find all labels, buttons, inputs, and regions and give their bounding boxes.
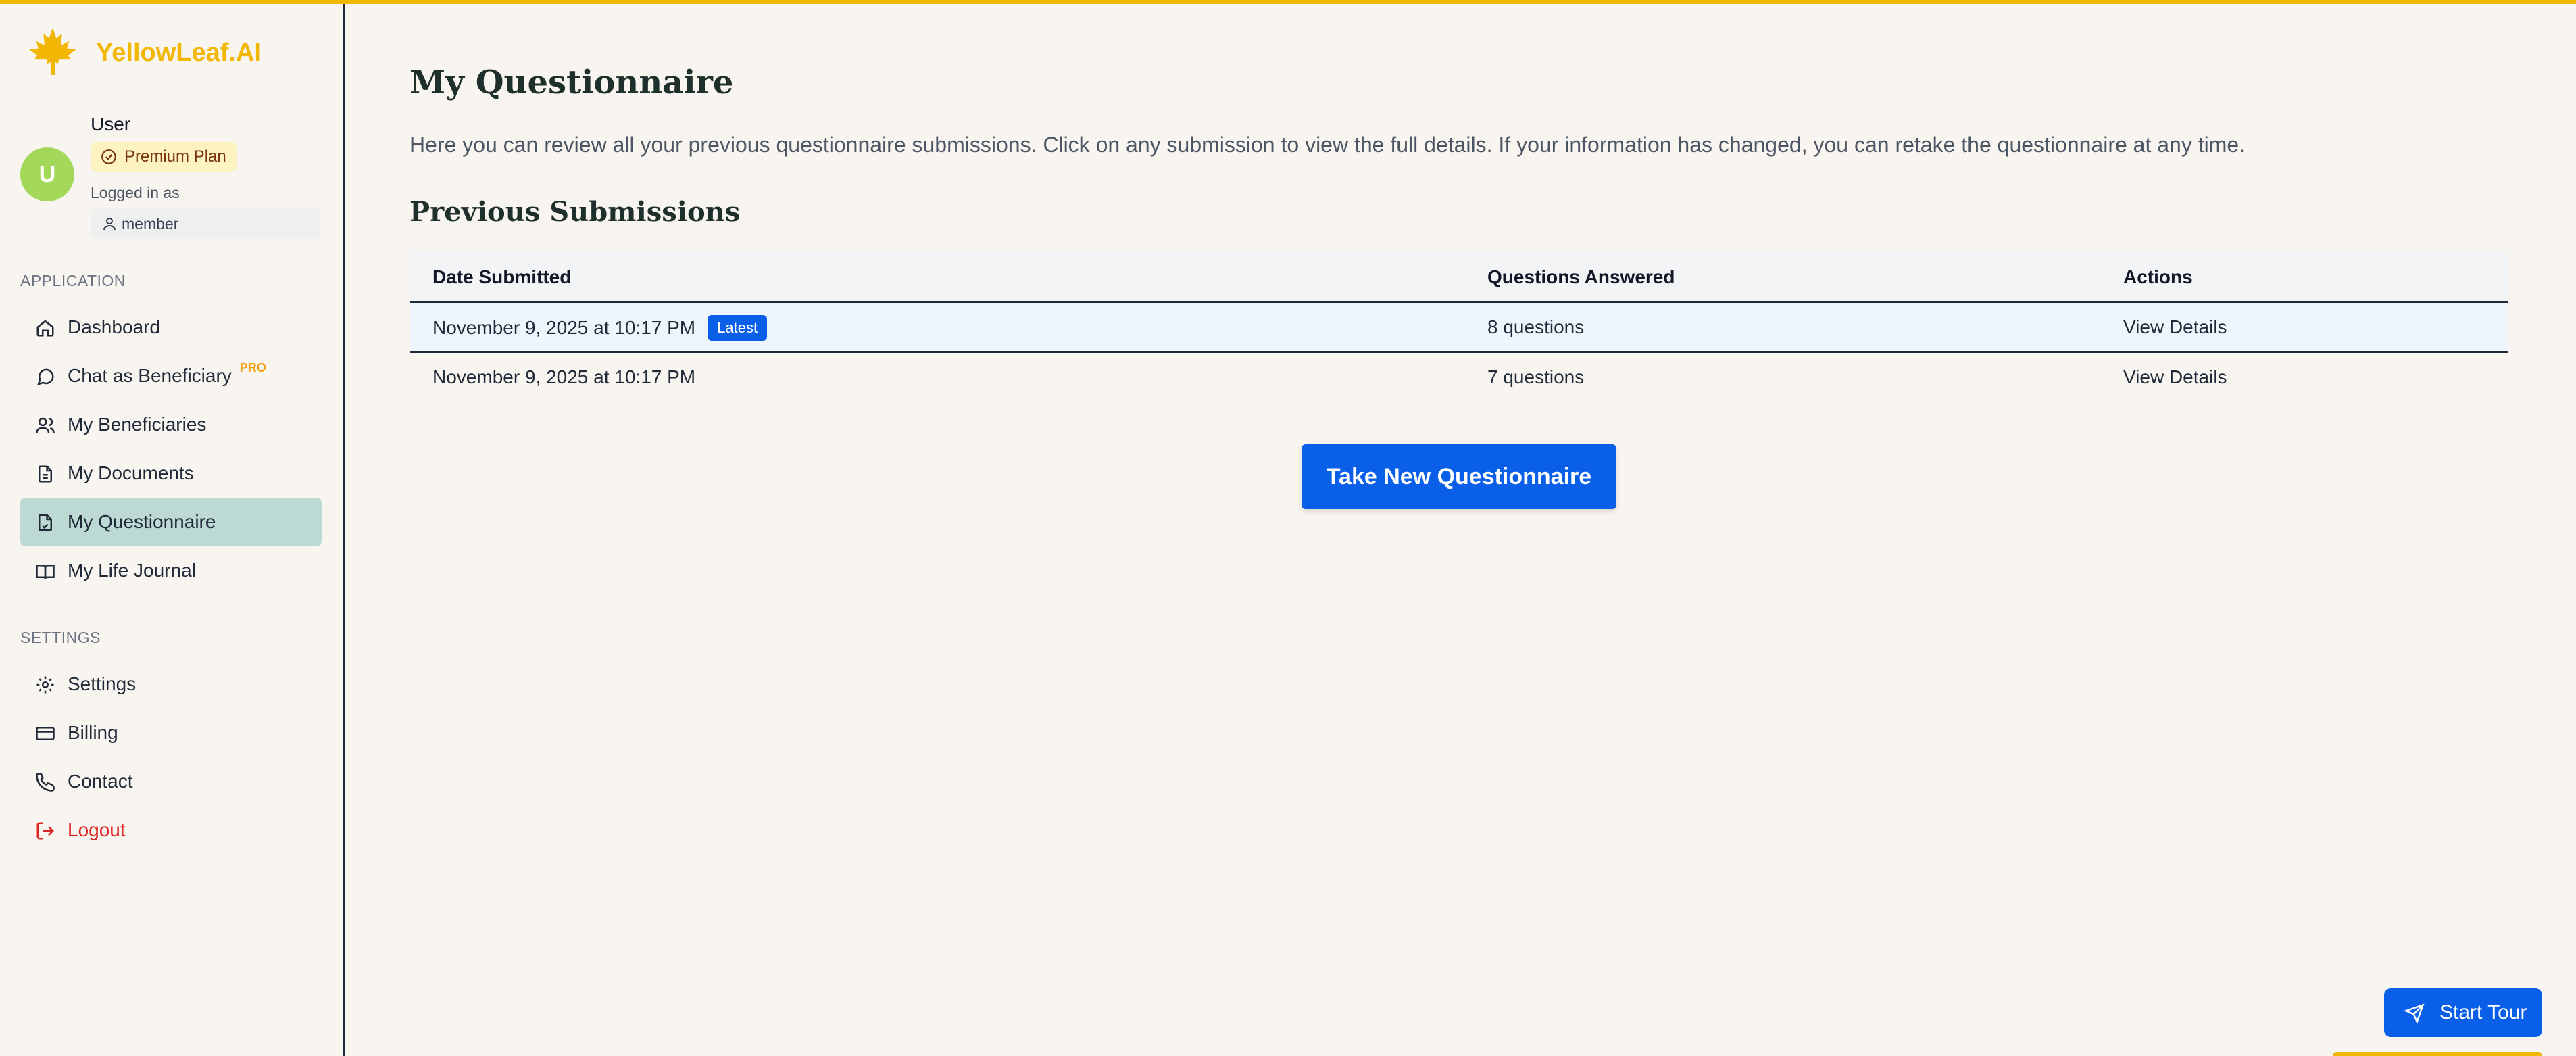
- application-section-label: APPLICATION: [20, 272, 126, 289]
- role-label: member: [122, 214, 179, 233]
- submissions-table: Date Submitted Questions Answered Action…: [410, 251, 2508, 403]
- avatar[interactable]: U: [20, 147, 74, 201]
- sidebar: YellowLeaf.AI U User Premium Plan Logged…: [0, 4, 345, 1056]
- credit-card-icon: [36, 727, 55, 740]
- plan-badge: Premium Plan: [91, 142, 237, 172]
- nav-label: My Beneficiaries: [68, 414, 207, 435]
- take-new-questionnaire-button[interactable]: Take New Questionnaire: [1302, 444, 1616, 509]
- submission-date: November 9, 2025 at 10:17 PM: [432, 366, 696, 387]
- nav-contact[interactable]: Contact: [20, 757, 322, 806]
- logged-in-label: Logged in as: [91, 184, 180, 201]
- intro-text: Here you can review all your previous qu…: [410, 133, 2246, 157]
- nav-label: Dashboard: [68, 316, 160, 337]
- nav-label: Settings: [68, 673, 137, 694]
- header-date-submitted: Date Submitted: [432, 266, 572, 287]
- questions-answered-cell: 8 questions: [1487, 316, 1585, 337]
- users-icon: [36, 417, 55, 433]
- latest-badge: Latest: [708, 315, 768, 341]
- table-row[interactable]: November 9, 2025 at 10:17 PM Latest 8 que…: [410, 303, 2508, 353]
- view-details-link[interactable]: View Details: [2123, 316, 2227, 338]
- questions-answered-cell: 7 questions: [1487, 366, 1585, 387]
- role-chip: member: [91, 208, 320, 239]
- top-accent-bar: [0, 0, 2576, 4]
- pro-tag: PRO: [239, 360, 266, 375]
- header-questions-answered: Questions Answered: [1487, 266, 1675, 287]
- header-actions: Actions: [2123, 266, 2193, 287]
- plan-label: Premium Plan: [124, 147, 226, 166]
- nav-label: My Questionnaire: [68, 511, 216, 532]
- table-header: Date Submitted Questions Answered Action…: [410, 251, 2508, 303]
- view-details-link[interactable]: View Details: [2123, 366, 2227, 388]
- nav-my-life-journal[interactable]: My Life Journal: [20, 546, 322, 595]
- date-cell: November 9, 2025 at 10:17 PM Latest: [432, 315, 768, 342]
- nav-logout[interactable]: Logout: [20, 806, 322, 855]
- nav-my-beneficiaries[interactable]: My Beneficiaries: [20, 400, 322, 449]
- table-row[interactable]: November 9, 2025 at 10:17 PM 7 questions…: [410, 353, 2508, 403]
- page-title: My Questionnaire: [410, 64, 734, 101]
- nav-settings[interactable]: Settings: [20, 660, 322, 709]
- document-icon: [39, 465, 52, 483]
- home-icon: [36, 320, 54, 337]
- book-icon: [36, 565, 55, 579]
- settings-section-label: SETTINGS: [20, 629, 101, 646]
- nav-billing[interactable]: Billing: [20, 709, 322, 757]
- nav-label: Billing: [68, 722, 118, 743]
- nav-label: My Documents: [68, 462, 194, 483]
- nav-dashboard[interactable]: Dashboard: [20, 303, 322, 352]
- nav-label: My Life Journal: [68, 560, 196, 581]
- nav-label: Chat as Beneficiary: [68, 365, 232, 386]
- check-circle-icon: [101, 149, 116, 164]
- phone-icon: [36, 773, 55, 792]
- chat-icon: [36, 368, 54, 386]
- brand[interactable]: YellowLeaf.AI: [27, 24, 262, 82]
- start-tour-label: Start Tour: [2439, 1001, 2527, 1024]
- nav-chat-as-beneficiary[interactable]: Chat as Beneficiary PRO: [20, 352, 322, 400]
- user-name: User: [91, 114, 131, 135]
- nav-my-documents[interactable]: My Documents: [20, 449, 322, 498]
- start-tour-button[interactable]: Start Tour: [2384, 988, 2542, 1037]
- nav-label: Contact: [68, 771, 133, 792]
- gear-icon: [36, 676, 54, 694]
- questionnaire-icon: [39, 514, 52, 531]
- user-icon: [103, 218, 116, 231]
- send-icon: [2404, 1003, 2425, 1024]
- nav-label: Logout: [68, 819, 126, 840]
- submission-date: November 9, 2025 at 10:17 PM: [432, 317, 696, 338]
- brand-name: YellowLeaf.AI: [96, 39, 262, 67]
- bottom-accent-strip: [2333, 1052, 2542, 1056]
- logout-icon: [36, 822, 55, 840]
- nav-my-questionnaire[interactable]: My Questionnaire: [20, 498, 322, 546]
- maple-leaf-logo-icon: [27, 24, 78, 82]
- user-profile: U User Premium Plan Logged in as member: [20, 108, 324, 243]
- previous-submissions-heading: Previous Submissions: [410, 196, 741, 228]
